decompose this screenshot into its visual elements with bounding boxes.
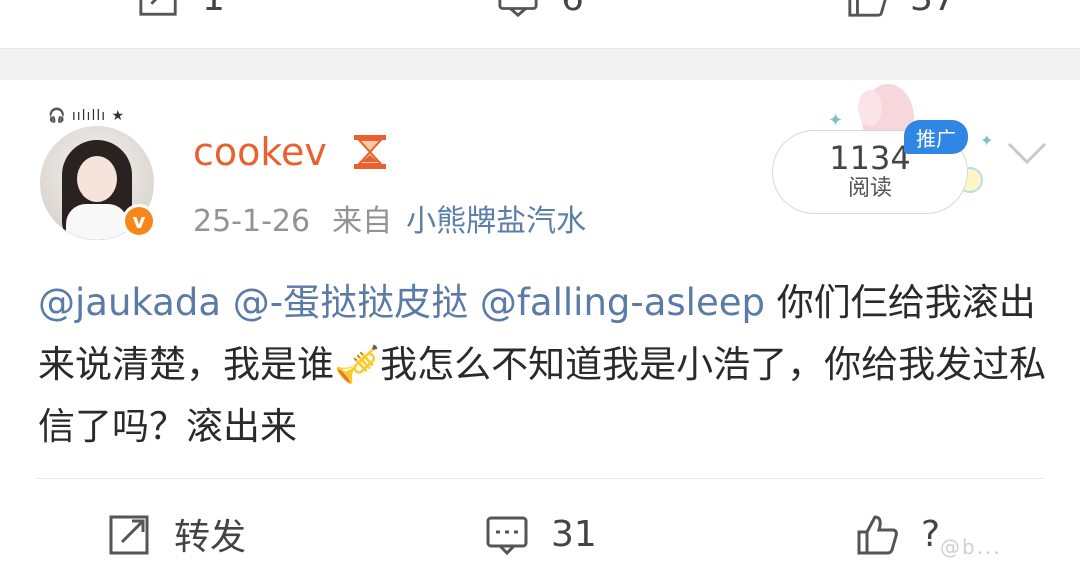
prev-repost-button[interactable]: 1 — [138, 0, 225, 19]
prev-like-count: 37 — [910, 0, 956, 19]
mention-link[interactable]: @-蛋挞挞皮挞 — [233, 281, 468, 324]
post-source[interactable]: 小熊牌盐汽水 — [406, 204, 586, 239]
username[interactable]: cookev — [193, 130, 327, 174]
prev-comment-count: 6 — [561, 0, 584, 19]
prev-comment-button[interactable]: 6 — [497, 0, 584, 19]
svg-text:✦: ✦ — [828, 110, 843, 131]
ad-badge: 推广 — [904, 120, 968, 154]
prev-repost-count: 1 — [202, 0, 225, 19]
previous-post-actions: 1 6 37 — [0, 0, 1080, 48]
repost-button[interactable]: 转发 — [108, 508, 246, 560]
watermark: @b... — [940, 535, 1002, 559]
post-date: 25-1-26 — [193, 204, 311, 239]
comment-icon — [486, 516, 528, 556]
audio-tag: 🎧 ıılıllı ★ — [48, 108, 126, 124]
post-text: @jaukada @-蛋挞挞皮挞 @falling-asleep 你们仨给我滚出… — [38, 272, 1048, 458]
from-label: 来自 — [332, 204, 393, 239]
feed-divider — [0, 48, 1080, 80]
mention-link[interactable]: @falling-asleep — [480, 281, 765, 324]
repost-label: 转发 — [174, 517, 247, 558]
read-label: 阅读 — [847, 176, 892, 201]
mention-link[interactable]: @jaukada — [38, 281, 221, 324]
thumbs-up-icon — [848, 0, 887, 17]
repost-icon — [109, 515, 149, 555]
hourglass-badge-icon — [354, 135, 386, 169]
comment-button[interactable]: 31 — [485, 508, 597, 560]
post-meta: 25-1-26 来自 小熊牌盐汽水 — [193, 196, 586, 240]
like-button[interactable]: ? — [855, 508, 940, 560]
repost-icon — [139, 0, 177, 16]
action-separator — [36, 478, 1044, 479]
comment-count: 31 — [551, 513, 597, 555]
avatar-container[interactable]: 🎧 ıılıllı ★ v — [40, 108, 160, 240]
verified-badge-icon: v — [122, 204, 156, 238]
prev-like-button[interactable]: 37 — [846, 0, 956, 19]
chevron-down-icon[interactable] — [1006, 138, 1048, 168]
svg-text:✦: ✦ — [980, 131, 993, 150]
like-count: ? — [921, 513, 941, 555]
comment-icon — [498, 0, 538, 18]
thumbs-up-icon — [857, 515, 898, 555]
trumpet-icon: 🎺 — [334, 343, 381, 386]
